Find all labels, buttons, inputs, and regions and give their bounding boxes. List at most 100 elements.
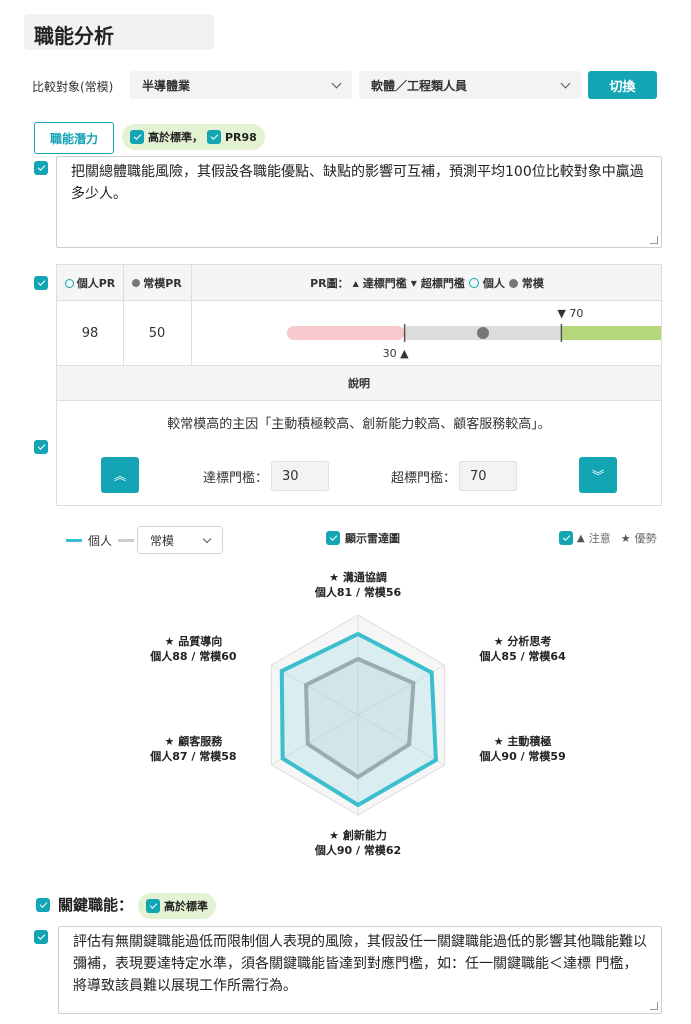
radar-label-title: ★ 創新能力 — [329, 829, 387, 842]
norm-select[interactable]: 常模 — [137, 526, 223, 554]
radar-label: ★ 分析思考個人85 / 常模64 — [463, 634, 583, 664]
bar-segment-below — [287, 326, 405, 340]
circle-filled-icon — [508, 278, 518, 288]
header-personal-label: 個人PR — [76, 277, 116, 290]
norm-select-value: 常模 — [150, 533, 175, 548]
key-description[interactable]: 評估有無關鍵職能過低而限制個人表現的風險，其假設任一關鍵職能過低的影響其他職能難… — [58, 926, 662, 1014]
pr-table: 個人PR 常模PR PR圖： ▲ 達標門檻 ▼ 超標門檻 個人 常模 98 50… — [56, 264, 662, 506]
pr-table-checkbox[interactable] — [34, 276, 48, 290]
resize-handle[interactable] — [650, 1002, 658, 1010]
triangle-down-icon: ▼ — [410, 278, 417, 288]
header-norm-pr: 常模PR — [123, 265, 191, 301]
check-icon — [207, 130, 221, 144]
legend-reach: 達標門檻 — [362, 277, 407, 290]
switch-button[interactable]: 切換 — [588, 71, 657, 99]
radar-label-value: 個人90 / 常模59 — [479, 750, 566, 763]
radar-label-title: ★ 顧客服務 — [164, 735, 223, 748]
radar-label-value: 個人90 / 常模62 — [314, 844, 402, 857]
potential-badge-pr: PR98 — [225, 130, 257, 144]
potential-tab[interactable]: 職能潛力 — [34, 122, 114, 154]
check-icon — [130, 130, 144, 144]
desc-header: 說明 — [57, 365, 661, 401]
job-select[interactable]: 軟體／工程類人員 — [359, 71, 581, 99]
pr-desc-checkbox[interactable] — [34, 440, 48, 454]
resize-handle[interactable] — [650, 236, 658, 244]
potential-description[interactable]: 把關總體職能風險，其假設各職能優點、缺點的影響可互補，預測平均100位比較對象中… — [56, 156, 662, 248]
norm-pr-marker — [477, 327, 489, 339]
radar-label-title: ★ 品質導向 — [164, 635, 223, 648]
show-radar-label: 顯示雷達圖 — [345, 532, 400, 545]
header-personal-pr: 個人PR — [57, 265, 123, 301]
line-norm-icon — [118, 539, 135, 542]
key-description-text: 評估有無關鍵職能過低而限制個人表現的風險，其假設任一關鍵職能過低的影響其他職能難… — [73, 934, 647, 994]
header-norm-label: 常模PR — [143, 277, 182, 290]
legend-norm: 常模 — [521, 277, 544, 290]
page-title-box: 職能分析 — [24, 14, 214, 50]
attention-checkbox[interactable] — [559, 531, 573, 545]
radar-label-value: 個人85 / 常模64 — [479, 650, 566, 663]
line-personal-icon — [66, 539, 82, 542]
legend-personal: 個人 — [482, 277, 505, 290]
key-label: 關鍵職能： — [58, 896, 134, 914]
bar-segment-above — [561, 326, 661, 340]
exceed-threshold-label: ▼ 70 — [557, 307, 583, 320]
attention-label: 注意 — [588, 532, 611, 545]
double-chevron-down-icon: ︾ — [591, 468, 604, 483]
radar-label-value: 個人87 / 常模58 — [150, 750, 237, 763]
legend-personal-label: 個人 — [88, 534, 113, 548]
job-select-value: 軟體／工程類人員 — [371, 78, 468, 93]
circle-filled-icon — [132, 279, 141, 287]
triangle-up-icon: ▲ — [577, 532, 585, 544]
potential-badge-text: 高於標準， — [148, 131, 203, 144]
radar-label: ★ 創新能力個人90 / 常模62 — [298, 828, 418, 858]
star-icon: ★ — [620, 531, 631, 545]
pr-bar-chart: ▼ 70 30 ▲ — [287, 307, 661, 360]
norm-pr-value: 50 — [148, 325, 166, 341]
double-chevron-up-icon: ︽ — [113, 468, 126, 483]
radar-label-title: ★ 主動積極 — [493, 735, 552, 748]
exceed-input-label: 超標門檻： — [391, 471, 457, 486]
radar-label: ★ 顧客服務個人87 / 常模58 — [133, 734, 253, 764]
chevron-down-icon — [331, 78, 342, 88]
radar-marker-legend: ▲ 注意 ★ 優勢 — [559, 530, 657, 546]
circle-outline-icon — [64, 278, 74, 288]
legend-prefix: PR圖： — [310, 277, 349, 290]
exceed-threshold-input[interactable]: 70 — [459, 461, 517, 491]
radar-labels: ★ 溝通協調個人81 / 常模56 ★ 分析思考個人85 / 常模64 ★ 主動積極… — [0, 560, 691, 880]
reach-input-label: 達標門檻： — [203, 471, 269, 486]
page-title: 職能分析 — [34, 24, 114, 48]
key-desc-checkbox[interactable] — [34, 930, 48, 944]
radar-label-title: ★ 分析思考 — [493, 635, 552, 648]
potential-desc-checkbox[interactable] — [34, 161, 48, 175]
radar-label: ★ 溝通協調個人81 / 常模56 — [298, 570, 418, 600]
reach-threshold-label: 30 ▲ — [383, 347, 409, 360]
desc-text: 較常模高的主因「主動積極較高、創新能力較高、顧客服務較高」。 — [167, 416, 551, 432]
reach-threshold-input[interactable]: 30 — [271, 461, 329, 491]
industry-select[interactable]: 半導體業 — [130, 71, 352, 99]
circle-outline-icon — [468, 278, 479, 288]
compare-label: 比較對象(常模) — [32, 80, 114, 94]
pr-table-header: 個人PR 常模PR PR圖： ▲ 達標門檻 ▼ 超標門檻 個人 常模 — [57, 265, 661, 301]
key-badge-text: 高於標準 — [164, 900, 208, 913]
key-checkbox[interactable] — [36, 898, 50, 912]
triangle-up-icon: ▲ — [352, 278, 359, 288]
radar-label: ★ 品質導向個人88 / 常模60 — [133, 634, 253, 664]
expand-up-button[interactable]: ︽ — [101, 457, 139, 493]
show-radar-toggle[interactable]: 顯示雷達圖 — [326, 530, 400, 546]
chevron-down-icon — [202, 534, 212, 543]
radar-label: ★ 主動積極個人90 / 常模59 — [463, 734, 583, 764]
personal-pr-value: 98 — [81, 325, 99, 341]
radar-label-value: 個人88 / 常模60 — [150, 650, 237, 663]
potential-description-text: 把關總體職能風險，其假設各職能優點、缺點的影響可互補，預測平均100位比較對象中… — [71, 164, 644, 202]
pr-legend: PR圖： ▲ 達標門檻 ▼ 超標門檻 個人 常模 — [191, 265, 663, 301]
radar-label-title: ★ 溝通協調 — [329, 571, 387, 584]
expand-down-button[interactable]: ︾ — [579, 457, 617, 493]
legend-exceed: 超標門檻 — [420, 277, 465, 290]
key-badge: 高於標準 — [138, 893, 216, 919]
advantage-label: 優勢 — [634, 532, 657, 545]
chevron-down-icon — [560, 78, 571, 88]
industry-select-value: 半導體業 — [142, 78, 191, 93]
radar-label-value: 個人81 / 常模56 — [314, 586, 402, 599]
check-icon — [146, 899, 160, 913]
potential-badge: 高於標準， PR98 — [122, 124, 265, 150]
